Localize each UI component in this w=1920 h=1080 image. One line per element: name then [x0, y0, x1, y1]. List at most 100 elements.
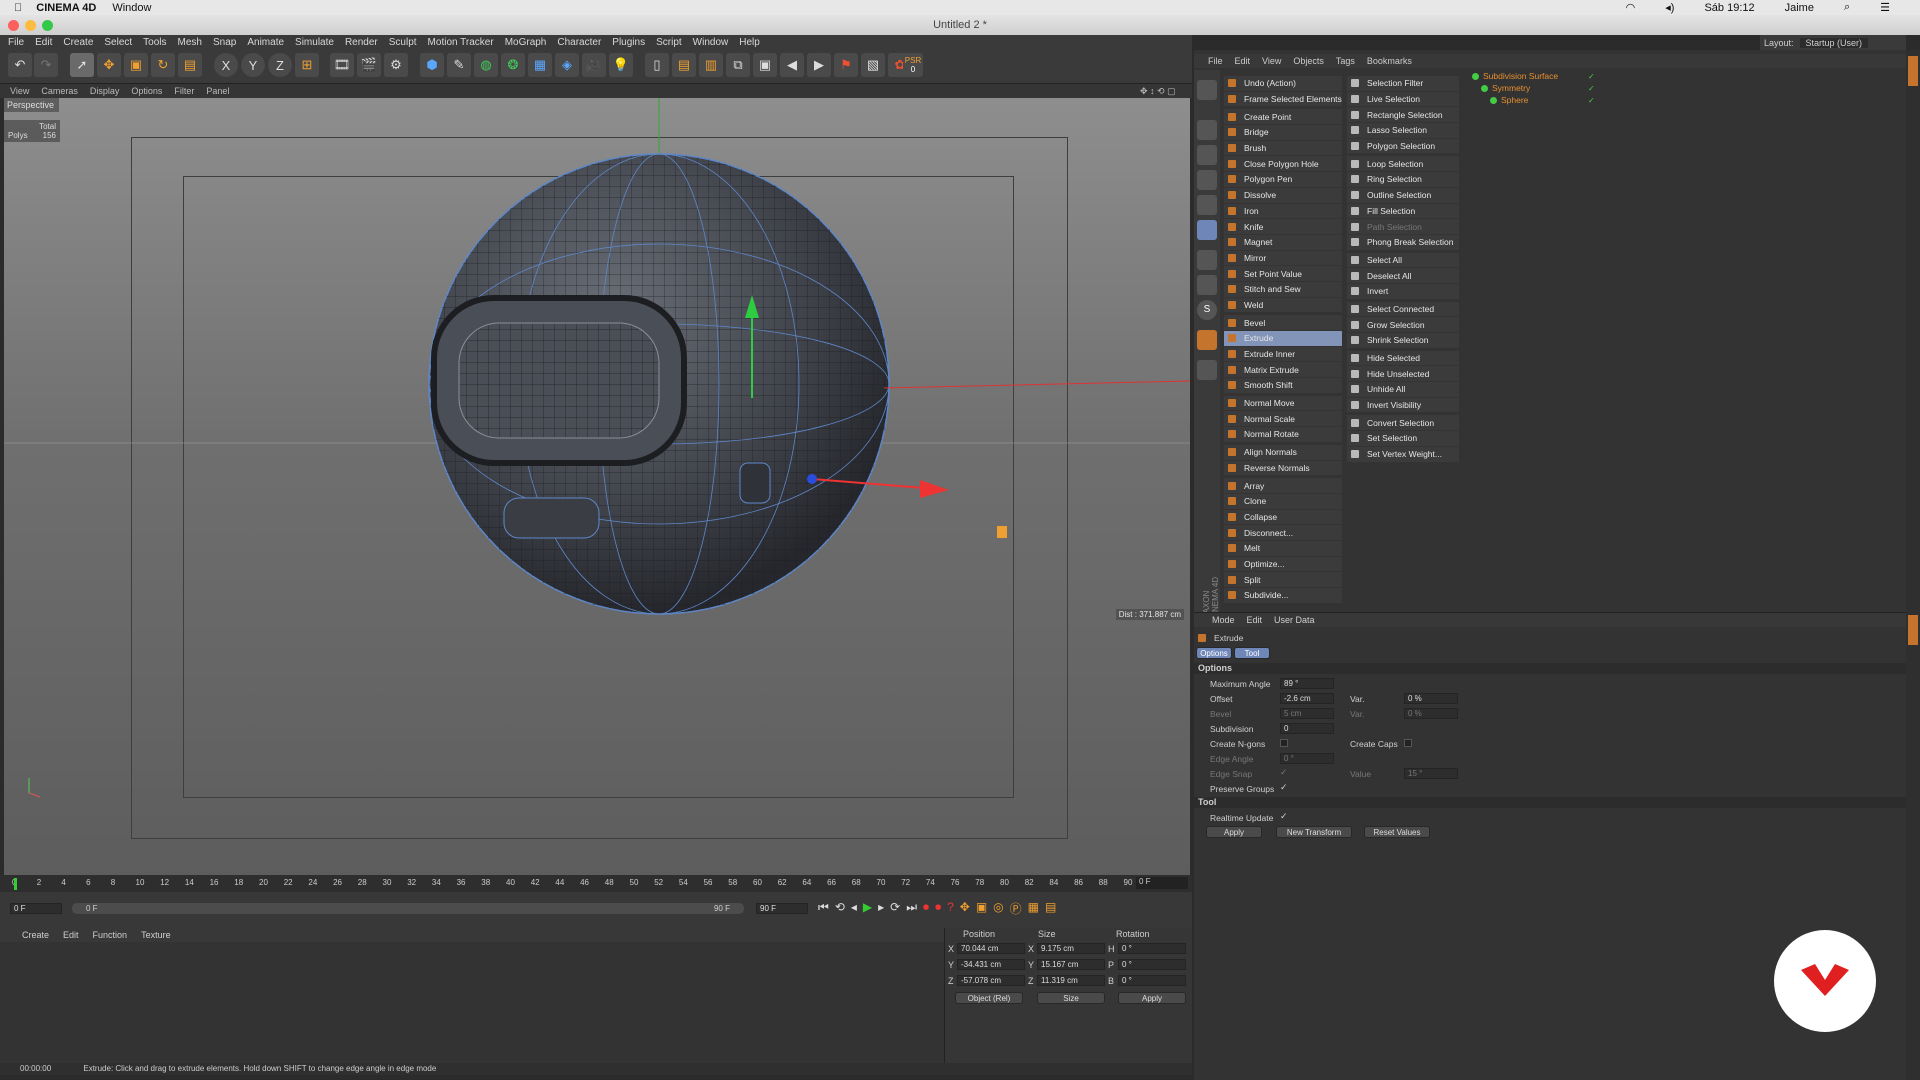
cmd-phong-break-selection[interactable]: Phong Break Selection	[1347, 234, 1459, 251]
range-slider[interactable]: 0 F 90 F	[72, 903, 744, 914]
cmd-shrink-selection[interactable]: Shrink Selection	[1347, 333, 1459, 349]
light-icon[interactable]: 💡	[609, 53, 633, 77]
cmd-subdivide[interactable]: Subdivide...	[1224, 588, 1342, 604]
window-menu[interactable]: Window	[112, 2, 151, 14]
cmd-extrude-inner[interactable]: Extrude Inner	[1224, 346, 1342, 363]
cmd-set-vertex-weight[interactable]: Set Vertex Weight...	[1347, 446, 1459, 463]
render-region-icon[interactable]: ▣	[753, 53, 777, 77]
cmd-outline-selection[interactable]: Outline Selection	[1347, 187, 1459, 204]
cmd-dissolve[interactable]: Dissolve	[1224, 187, 1342, 204]
record-icon[interactable]: ⏺	[923, 900, 929, 917]
menu-script[interactable]: Script	[656, 37, 682, 48]
cmd-magnet[interactable]: Magnet	[1224, 234, 1342, 251]
menu-motion-tracker[interactable]: Motion Tracker	[428, 37, 494, 48]
menu-sculpt[interactable]: Sculpt	[389, 37, 417, 48]
param-key-icon[interactable]: Ⓟ	[1010, 900, 1022, 917]
go-to-start-icon[interactable]: ⏮	[818, 900, 829, 917]
tab-tool[interactable]: Tool	[1234, 647, 1270, 659]
object-name[interactable]: Symmetry	[1492, 83, 1577, 93]
search-icon[interactable]: ⌕	[1844, 1, 1850, 14]
viewport-nav-icons[interactable]: ✥ ↕ ⟲ ▢	[1140, 86, 1176, 97]
size-mode-dropdown[interactable]: Size	[1037, 992, 1105, 1004]
menu-mograph[interactable]: MoGraph	[505, 37, 547, 48]
save-incremental-icon[interactable]: ▥	[699, 53, 723, 77]
menu-plugins[interactable]: Plugins	[612, 37, 645, 48]
timeline-playhead[interactable]	[14, 878, 17, 890]
psr-toggle[interactable]: PSR 0	[903, 53, 923, 77]
gizmo-z-handle[interactable]	[807, 474, 817, 484]
cmd-invert[interactable]: Invert	[1347, 283, 1459, 300]
cmd-rectangle-selection[interactable]: Rectangle Selection	[1347, 107, 1459, 124]
menu-file[interactable]: File	[8, 37, 24, 48]
attributes-side-tab[interactable]	[1908, 615, 1918, 645]
menu-snap[interactable]: Snap	[213, 37, 236, 48]
texture-mode-icon[interactable]	[1197, 120, 1217, 140]
subdivision-field[interactable]: 0	[1280, 723, 1334, 734]
new-transform-button[interactable]: New Transform	[1276, 826, 1352, 838]
value-field[interactable]: 15 °	[1404, 768, 1458, 779]
menu-edit[interactable]: Edit	[35, 37, 52, 48]
mat-menu-edit[interactable]: Edit	[63, 930, 79, 940]
cmd-smooth-shift[interactable]: Smooth Shift	[1224, 378, 1342, 394]
cmd-select-all[interactable]: Select All	[1347, 252, 1459, 269]
var2-field[interactable]: 0 %	[1404, 708, 1458, 719]
cmd-knife[interactable]: Knife	[1224, 219, 1342, 235]
vp-menu-cameras[interactable]: Cameras	[41, 86, 78, 96]
obj-menu-view[interactable]: View	[1262, 56, 1281, 66]
minimize-window-button[interactable]	[25, 20, 36, 31]
cmd-invert-visibility[interactable]: Invert Visibility	[1347, 397, 1459, 414]
model-mode-icon[interactable]	[1197, 80, 1217, 100]
arrow-left-icon[interactable]: ◀	[780, 53, 804, 77]
var-field[interactable]: 0 %	[1404, 693, 1458, 704]
save-icon[interactable]: ▤	[672, 53, 696, 77]
render-picture-viewer-icon[interactable]: 🎬	[357, 53, 381, 77]
offset-field[interactable]: -2.6 cm	[1280, 693, 1334, 704]
keyframe-icon[interactable]: ⚑	[834, 53, 858, 77]
go-to-end-icon[interactable]: ⏭	[906, 900, 917, 917]
cmd-hide-unselected[interactable]: Hide Unselected	[1347, 366, 1459, 383]
cmd-set-point-value[interactable]: Set Point Value	[1224, 266, 1342, 282]
extruded-mouth[interactable]	[503, 497, 600, 539]
tab-options[interactable]: Options	[1196, 647, 1232, 659]
cmd-matrix-extrude[interactable]: Matrix Extrude	[1224, 362, 1342, 379]
layout-selector[interactable]: Layout: Startup (User)	[1760, 35, 1906, 50]
object-row[interactable]: Subdivision Surface ✓	[1466, 70, 1918, 82]
menu-simulate[interactable]: Simulate	[295, 37, 334, 48]
workplane-lock-icon[interactable]	[1197, 330, 1217, 350]
workplane-mode-icon[interactable]	[1197, 145, 1217, 165]
realtime-update-checkbox[interactable]: ✓	[1280, 811, 1288, 822]
scale-key-icon[interactable]: ▣	[976, 900, 987, 917]
cmd-extrude[interactable]: Extrude	[1224, 331, 1342, 347]
menu-list-icon[interactable]: ☰	[1880, 1, 1890, 14]
cmd-iron[interactable]: Iron	[1224, 203, 1342, 220]
cmd-selection-filter[interactable]: Selection Filter	[1347, 76, 1459, 92]
scene-floor-icon[interactable]: ▦	[528, 53, 552, 77]
vp-menu-panel[interactable]: Panel	[206, 86, 229, 96]
cmd-grow-selection[interactable]: Grow Selection	[1347, 317, 1459, 333]
play-icon[interactable]: ▶	[863, 900, 872, 917]
cmd-optimize[interactable]: Optimize...	[1224, 556, 1342, 573]
undo-icon[interactable]: ↶	[8, 53, 32, 77]
autokey-icon[interactable]: ⏺	[935, 900, 941, 917]
start-frame-field[interactable]: 0 F	[10, 903, 62, 914]
subdivision-surface-icon[interactable]: ◍	[474, 53, 498, 77]
coord-apply-button[interactable]: Apply	[1118, 992, 1186, 1004]
cmd-undo-action[interactable]: Undo (Action)	[1224, 76, 1342, 92]
edge-angle-field[interactable]: 0 °	[1280, 753, 1334, 764]
coordinate-system-icon[interactable]: ⊞	[295, 53, 319, 77]
render-settings-icon[interactable]: ⚙	[384, 53, 408, 77]
cmd-convert-selection[interactable]: Convert Selection	[1347, 415, 1459, 432]
wifi-icon[interactable]: ◠	[1626, 1, 1636, 14]
mat-menu-texture[interactable]: Texture	[141, 930, 171, 940]
rotation-p-field[interactable]: 0 °	[1118, 959, 1186, 970]
size-z-field[interactable]: 11.319 cm	[1037, 975, 1105, 986]
clock[interactable]: Sáb 19:12	[1704, 2, 1754, 14]
cmd-select-connected[interactable]: Select Connected	[1347, 301, 1459, 318]
edge-snap-checkbox[interactable]: ✓	[1280, 767, 1288, 778]
vp-menu-options[interactable]: Options	[131, 86, 162, 96]
snap-icon[interactable]: S	[1197, 300, 1217, 320]
menu-help[interactable]: Help	[739, 37, 760, 48]
reset-values-button[interactable]: Reset Values	[1364, 826, 1430, 838]
polygon-mode-icon[interactable]	[1197, 220, 1217, 240]
create-ngons-checkbox[interactable]	[1280, 739, 1288, 747]
